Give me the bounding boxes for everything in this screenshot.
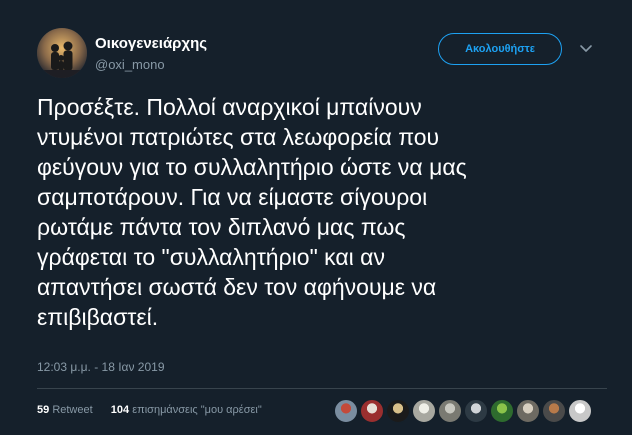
liker-avatar[interactable]	[516, 399, 540, 423]
tweet-line: ντυμένοι πατριώτες στα λεωφορεία που	[37, 124, 440, 150]
avatar[interactable]	[37, 28, 87, 78]
tweet-card: Οικογενειάρχης @oxi_mono Ακολουθήστε Προ…	[0, 0, 632, 435]
follow-button[interactable]: Ακολουθήστε	[438, 33, 562, 65]
like-count[interactable]: 104	[111, 404, 129, 416]
like-label[interactable]: επισημάνσεις "μου αρέσει"	[132, 404, 262, 416]
tweet-line: γράφεται το "συλλαλητήριο" και αν	[37, 244, 385, 270]
user-display-name[interactable]: Οικογενειάρχης	[95, 35, 207, 52]
retweet-label[interactable]: Retweet	[52, 404, 92, 416]
tweet-line: επιβιβαστεί.	[37, 304, 159, 330]
tweet-line: Προσέξτε. Πολλοί αναρχικοί μπαίνουν	[37, 94, 422, 120]
tweet-line: φεύγουν για το συλλαλητήριο ώστε να μας	[37, 154, 467, 180]
liker-avatar[interactable]	[334, 399, 358, 423]
retweet-count[interactable]: 59	[37, 404, 49, 416]
liker-avatar[interactable]	[464, 399, 488, 423]
tweet-line: ρωτάμε πάντα τον διπλανό μας πως	[37, 214, 406, 240]
tweet-text: Προσέξτε. Πολλοί αναρχικοί μπαίνουν ντυμ…	[37, 92, 607, 332]
liker-avatar[interactable]	[490, 399, 514, 423]
liker-avatar[interactable]	[386, 399, 410, 423]
likers-avatar-row	[334, 399, 594, 423]
liker-avatar[interactable]	[542, 399, 566, 423]
tweet-stats: 59 Retweet 104 επισημάνσεις "μου αρέσει"	[37, 404, 262, 416]
chevron-down-icon[interactable]	[578, 42, 594, 56]
liker-avatar[interactable]	[438, 399, 462, 423]
liker-avatar[interactable]	[412, 399, 436, 423]
user-handle[interactable]: @oxi_mono	[95, 57, 165, 72]
tweet-line: σαμποτάρουν. Για να είμαστε σίγουροι	[37, 184, 428, 210]
tweet-timestamp[interactable]: 12:03 μ.μ. - 18 Ιαν 2019	[37, 360, 165, 374]
divider	[37, 388, 607, 389]
liker-avatar[interactable]	[360, 399, 384, 423]
liker-avatar[interactable]	[568, 399, 592, 423]
tweet-line: απαντήσει σωστά δεν τον αφήνουμε να	[37, 274, 437, 300]
avatar-image	[37, 28, 87, 78]
